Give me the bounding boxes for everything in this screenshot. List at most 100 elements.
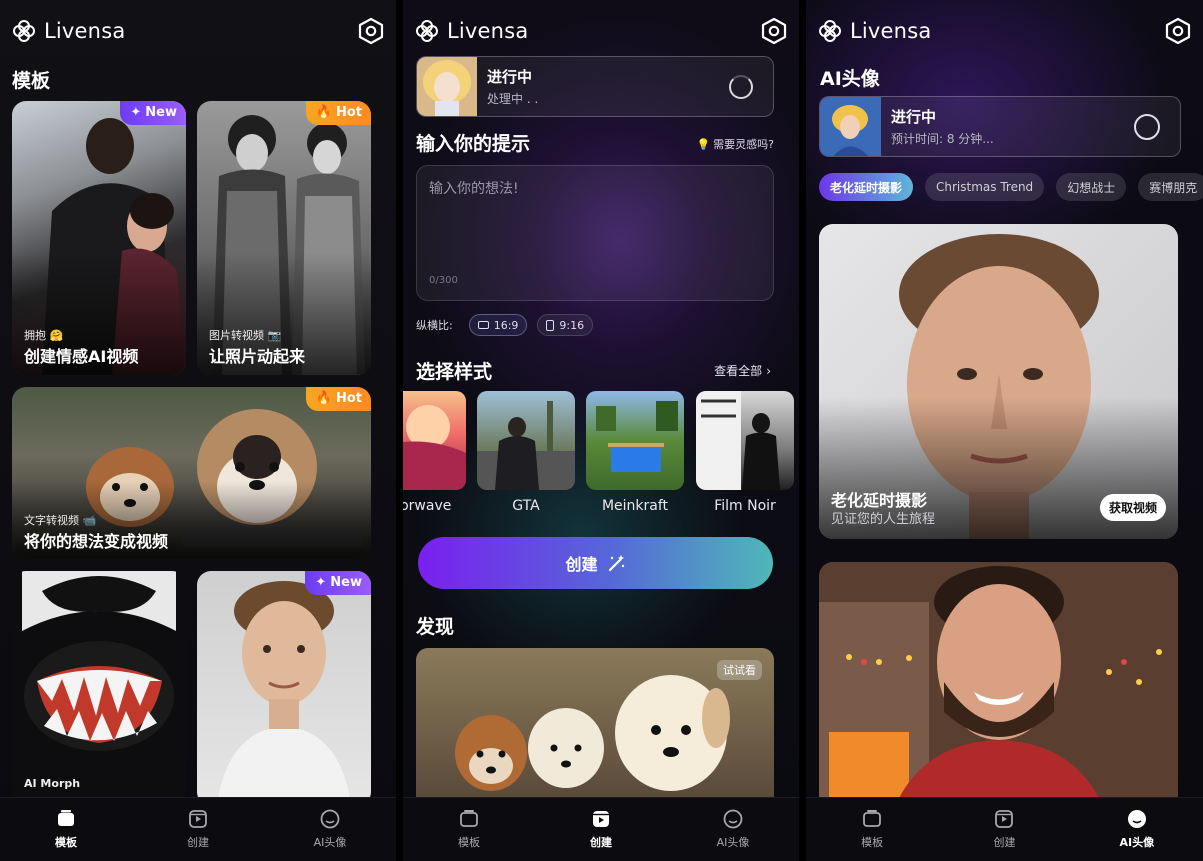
brand: Livensa xyxy=(415,19,528,43)
template-card-text-to-video[interactable]: 🔥 Hot 文字转视频 📹 将你的想法变成视频 xyxy=(12,387,371,558)
aging-timelapse-card[interactable]: 老化延时摄影 见证您的人生旅程 获取视频 xyxy=(819,224,1178,539)
progress-card[interactable]: 进行中 预计时间: 8 分钟... xyxy=(819,96,1181,157)
nav-ai-avatar[interactable]: AI头像 xyxy=(264,798,396,861)
get-video-button[interactable]: 获取视频 xyxy=(1099,494,1166,521)
film-noir-image xyxy=(696,391,780,490)
try-it-tag[interactable]: 试试看 xyxy=(717,660,762,680)
progress-thumbnail xyxy=(417,57,477,116)
create-video-icon xyxy=(189,810,207,828)
template-card-photo[interactable]: 🔥 Hot 图片转视频 📷 让照片动起来 xyxy=(197,101,371,375)
avatar-face-icon xyxy=(320,809,340,829)
progress-text: 进行中 处理中 . . xyxy=(487,66,729,107)
card-subtitle: 文字转视频 📹 xyxy=(24,514,97,527)
create-video-icon xyxy=(593,811,609,827)
livensa-logo-icon xyxy=(12,19,36,43)
inspiration-link[interactable]: 💡 需要灵感吗? xyxy=(696,136,774,152)
card-subtitle: AI Morph xyxy=(24,777,81,790)
livensa-logo-icon xyxy=(415,19,439,43)
nav-label: 模板 xyxy=(861,836,884,849)
category-chips: 老化延时摄影 Christmas Trend 幻想战士 赛博朋克 xyxy=(819,173,1203,201)
magic-wand-icon xyxy=(608,555,624,572)
chip-fantasy-warrior[interactable]: 幻想战士 xyxy=(1056,173,1127,201)
template-card-hug[interactable]: ✦ New 拥抱 🤗 创建情感AI视频 xyxy=(12,101,186,375)
prompt-textarea[interactable]: 输入你的想法! 0/300 xyxy=(416,165,774,301)
card-subtitle: 图片转视频 📷 xyxy=(209,329,282,342)
livensa-logo-icon xyxy=(818,19,842,43)
templates-icon xyxy=(863,810,882,827)
progress-title: 进行中 xyxy=(891,108,937,126)
app-header: Livensa xyxy=(818,14,1191,48)
lightbulb-icon: 💡 xyxy=(696,137,711,151)
screen-separator xyxy=(799,0,806,861)
chip-cyberpunk[interactable]: 赛博朋克 xyxy=(1138,173,1203,201)
template-card-portrait[interactable]: ✦ New xyxy=(197,571,371,806)
nav-templates[interactable]: 模板 xyxy=(806,798,938,861)
app-header: Livensa xyxy=(12,14,384,48)
avatar-face-icon xyxy=(1127,810,1146,828)
settings-gear-icon[interactable] xyxy=(358,17,384,45)
nav-create[interactable]: 创建 xyxy=(938,798,1070,861)
flame-icon: 🔥 xyxy=(315,105,332,120)
create-screen: Livensa 进行中 处理中 . . 输入你的提示 💡 需要灵感吗? 输入你的… xyxy=(403,0,799,861)
style-tile-gta[interactable] xyxy=(477,391,575,490)
section-title-templates: 模板 xyxy=(12,70,51,92)
style-label: Film Noir xyxy=(714,498,776,514)
ratio-label: 16:9 xyxy=(493,318,519,332)
screen-separator xyxy=(396,0,403,861)
gta-image xyxy=(477,401,575,490)
view-all-label: 查看全部 xyxy=(714,364,763,378)
portrait-icon xyxy=(546,319,555,331)
discover-title: 发现 xyxy=(416,616,455,638)
chip-christmas-trend[interactable]: Christmas Trend xyxy=(925,173,1045,201)
template-card-ai-morph[interactable]: AI Morph xyxy=(12,571,186,806)
templates-icon xyxy=(58,810,74,826)
prompt-title: 输入你的提示 xyxy=(416,133,531,155)
style-tile-meinkraft[interactable] xyxy=(586,391,684,490)
badge-label: Hot xyxy=(335,391,362,406)
view-all-link[interactable]: 查看全部 › xyxy=(714,362,771,379)
nav-create[interactable]: 创建 xyxy=(132,798,264,861)
nav-templates[interactable]: 模板 xyxy=(403,798,535,861)
brand: Livensa xyxy=(12,19,125,43)
hot-badge: 🔥 Hot xyxy=(305,101,371,125)
style-label: Meinkraft xyxy=(601,498,669,514)
bottom-nav: 模板 创建 AI头像 xyxy=(403,797,799,861)
card-title: 将你的想法变成视频 xyxy=(24,532,169,551)
progress-subtitle: 处理中 . . xyxy=(487,92,539,106)
char-counter: 0/300 xyxy=(429,275,458,286)
nav-create[interactable]: 创建 xyxy=(535,798,667,861)
style-label: aporwave xyxy=(403,498,452,514)
chip-aging-timelapse[interactable]: 老化延时摄影 xyxy=(819,173,914,201)
section-title-ai-avatar: AI头像 xyxy=(820,68,880,90)
nav-label: 模板 xyxy=(458,836,480,849)
new-badge: ✦ New xyxy=(305,571,371,595)
style-tile-vaporwave[interactable] xyxy=(403,391,466,490)
loading-spinner-icon xyxy=(1134,113,1160,140)
ratio-9-16-button[interactable]: 9:16 xyxy=(537,314,594,336)
aspect-ratio-label: 纵横比: xyxy=(416,319,453,332)
inspiration-label: 需要灵感吗? xyxy=(713,138,774,151)
ratio-16-9-button[interactable]: 16:9 xyxy=(468,314,528,336)
settings-gear-icon[interactable] xyxy=(761,17,787,45)
ratio-label: 9:16 xyxy=(559,318,585,332)
card-title: 创建情感AI视频 xyxy=(24,347,139,366)
style-title: 选择样式 xyxy=(416,361,493,383)
prompt-placeholder: 输入你的想法! xyxy=(429,181,519,197)
progress-card[interactable]: 进行中 处理中 . . xyxy=(416,56,774,117)
chevron-right-icon: › xyxy=(766,363,771,378)
hot-badge: 🔥 Hot xyxy=(305,387,371,411)
discover-card[interactable]: 试试看 xyxy=(416,648,774,798)
badge-label: New xyxy=(330,575,362,590)
ai-avatar-screen: Livensa AI头像 进行中 预计时间: 8 分钟... 老化延时摄影 Ch… xyxy=(806,0,1203,861)
nav-templates[interactable]: 模板 xyxy=(0,798,132,861)
card-subtitle: 拥抱 🤗 xyxy=(24,329,64,342)
nav-label: 模板 xyxy=(55,836,77,849)
style-tile-film-noir[interactable] xyxy=(696,391,794,490)
christmas-portrait-card[interactable] xyxy=(819,562,1178,798)
nav-ai-avatar[interactable]: AI头像 xyxy=(667,798,799,861)
nav-ai-avatar[interactable]: AI头像 xyxy=(1071,798,1203,861)
settings-gear-icon[interactable] xyxy=(1165,17,1191,45)
sparkle-icon: ✦ xyxy=(315,575,327,590)
bottom-nav: 模板 创建 AI头像 xyxy=(806,797,1203,861)
create-button[interactable]: 创建 xyxy=(418,537,773,589)
